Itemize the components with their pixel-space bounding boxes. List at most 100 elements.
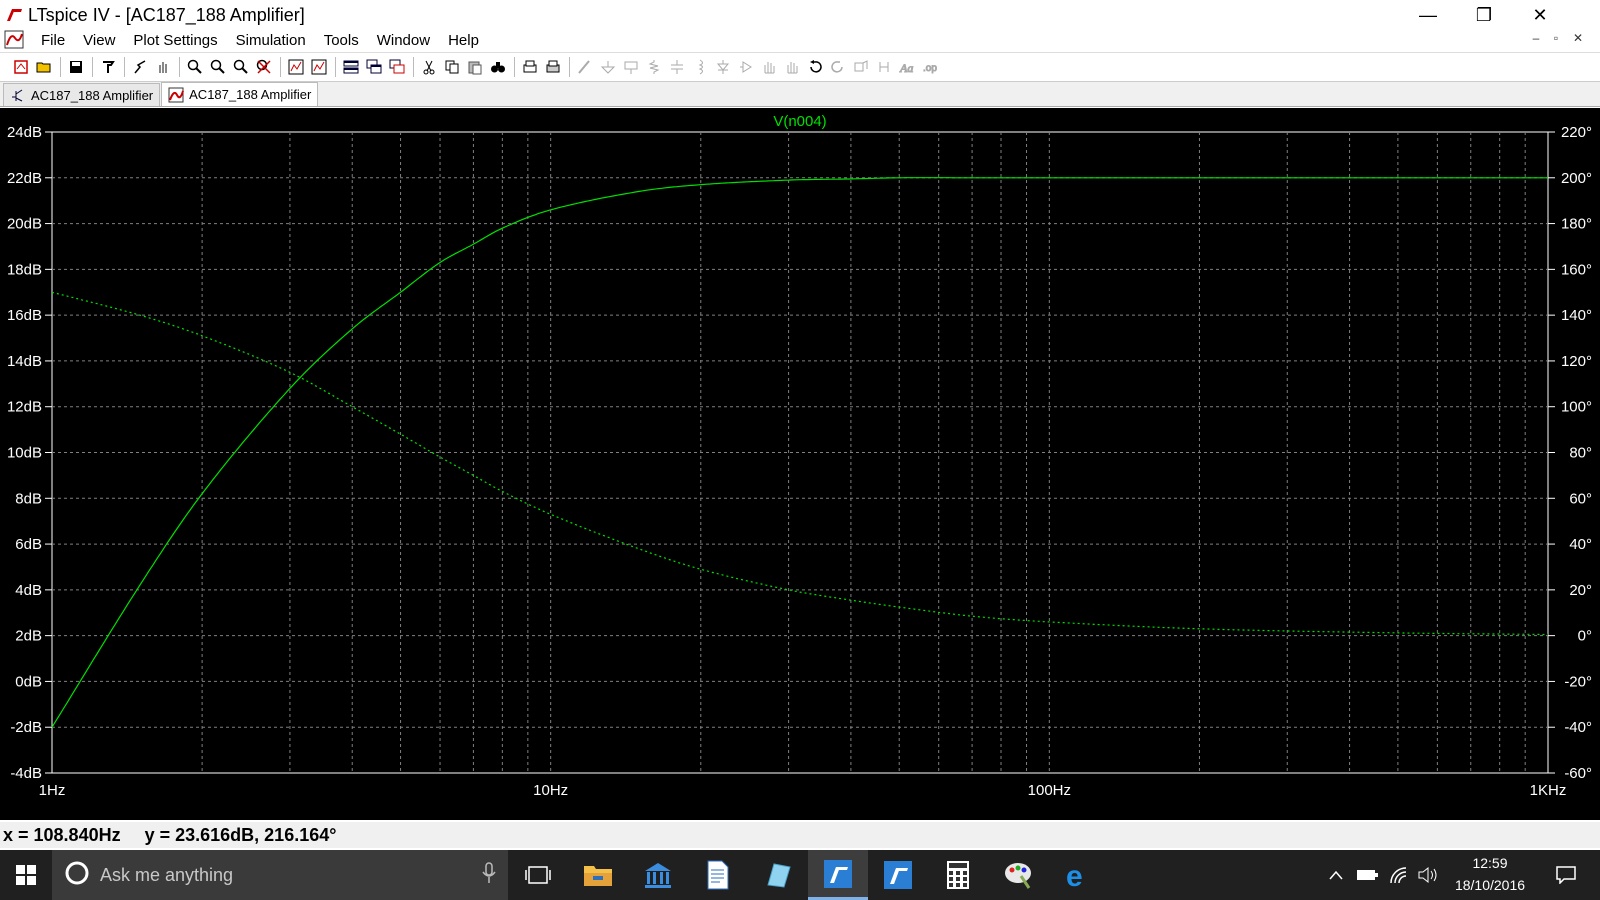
phase-trace [51,291,1548,636]
restore-button[interactable]: ❐ [1456,0,1512,30]
text-icon[interactable]: Aa [896,57,917,78]
mdi-minimize-button[interactable]: – [1526,31,1546,49]
menu-view[interactable]: View [74,32,124,49]
label-icon[interactable] [620,57,641,78]
print-preview-icon[interactable] [519,57,540,78]
x-tick-label: 1Hz [39,782,66,799]
copy-icon[interactable] [441,57,462,78]
mdi-restore-button[interactable]: ▫ [1546,31,1566,49]
redo-icon[interactable] [827,57,848,78]
move-icon[interactable] [758,57,779,78]
toolbar: Aa .op [0,52,1600,82]
toolbar-separator [569,57,570,77]
autorange-icon[interactable] [285,57,306,78]
print-icon[interactable] [542,57,563,78]
document-tab-bar: AC187_188 Amplifier AC187_188 Amplifier [0,82,1600,107]
toolbar-separator [179,57,180,77]
plot-canvas[interactable]: 24dB 22dB 20dB 18dB 16dB 14dB 12dB 10dB 8dB 6dB 4d… [0,108,1600,820]
chevron-up-icon[interactable] [1322,850,1350,900]
waveform-plot[interactable]: 24dB 22dB 20dB 18dB 16dB 14dB 12dB 10dB 8dB 6dB 4d… [0,108,1600,820]
y-tick-label-right: 100° [1561,399,1592,416]
x-tick-label: 100Hz [1028,782,1071,799]
cortana-search-box[interactable]: Ask me anything [52,850,508,900]
wifi-icon[interactable] [1384,850,1414,900]
find-icon[interactable] [487,57,508,78]
calculator-icon[interactable] [928,850,988,900]
x-tick-label: 1KHz [1530,782,1567,799]
wire-icon[interactable] [574,57,595,78]
toolbar-separator [124,57,125,77]
y-tick-label-left: 10dB [7,445,42,462]
zoom-cancel-icon[interactable] [253,57,274,78]
control-panel-icon[interactable] [97,57,118,78]
y-tick-label-right: 80° [1569,445,1592,462]
tile-horizontal-icon[interactable] [340,57,361,78]
notepad-icon[interactable] [748,850,808,900]
y-tick-label-right: 0° [1578,628,1592,645]
task-view-icon[interactable] [508,850,568,900]
tab-waveform[interactable]: AC187_188 Amplifier [161,82,319,106]
menu-window[interactable]: Window [368,32,439,49]
toolbar-separator [92,57,93,77]
edge-icon[interactable]: e [1048,850,1108,900]
tile-vertical-icon[interactable] [386,57,407,78]
spice-directive-icon[interactable]: .op [919,57,940,78]
close-button[interactable]: ✕ [1512,0,1568,30]
undo-icon[interactable] [804,57,825,78]
waveform-doc-icon[interactable] [4,30,26,50]
save-icon[interactable] [65,57,86,78]
y-tick-label-left: 22dB [7,170,42,187]
drag-icon[interactable] [781,57,802,78]
zoom-in-icon[interactable] [184,57,205,78]
file-explorer-icon[interactable] [568,850,628,900]
notifications-icon[interactable] [1546,850,1586,900]
taskbar-clock[interactable]: 12:59 18/10/2016 [1440,852,1540,896]
y-tick-label-left: 0dB [15,673,42,690]
zoom-out-icon[interactable] [230,57,251,78]
component-icon[interactable] [735,57,756,78]
svg-text:e: e [1066,861,1083,889]
open-icon[interactable] [33,57,54,78]
paint-icon[interactable] [988,850,1048,900]
menu-plot-settings[interactable]: Plot Settings [124,32,226,49]
bank-icon[interactable] [628,850,688,900]
capacitor-icon[interactable] [666,57,687,78]
tab-schematic[interactable]: AC187_188 Amplifier [3,83,161,106]
mirror-icon[interactable] [873,57,894,78]
menu-simulation[interactable]: Simulation [227,32,315,49]
new-schematic-icon[interactable] [10,57,31,78]
y-tick-label-left: 18dB [7,261,42,278]
inductor-icon[interactable] [689,57,710,78]
status-bar: x = 108.840Hz y = 23.616dB, 216.164° [0,822,1600,848]
ltspice-iv-icon[interactable] [808,850,868,900]
menu-help[interactable]: Help [439,32,488,49]
resistor-icon[interactable] [643,57,664,78]
mdi-close-button[interactable]: ✕ [1568,31,1588,49]
document-icon[interactable] [688,850,748,900]
window-title: LTspice IV - [AC187_188 Amplifier] [28,4,305,25]
toolbar-separator [335,57,336,77]
zoom-fit-icon[interactable] [308,57,329,78]
zoom-full-icon[interactable] [207,57,228,78]
paste-icon[interactable] [464,57,485,78]
battery-icon[interactable] [1352,850,1382,900]
rotate-icon[interactable] [850,57,871,78]
run-icon[interactable] [129,57,150,78]
diode-icon[interactable] [712,57,733,78]
windows-start-icon[interactable] [0,850,52,900]
cascade-icon[interactable] [363,57,384,78]
menu-tools[interactable]: Tools [315,32,368,49]
microphone-icon[interactable] [482,861,496,889]
app-window: LTspice IV - [AC187_188 Amplifier] — ❐ ✕… [0,0,1600,900]
menu-file[interactable]: File [32,32,74,49]
cut-icon[interactable] [418,57,439,78]
ltspice-xvii-icon[interactable] [868,850,928,900]
ground-icon[interactable] [597,57,618,78]
x-tick-label: 10Hz [533,782,568,799]
y-tick-label-right: 200° [1561,170,1592,187]
clock-time: 12:59 [1472,855,1508,871]
waveform-icon [168,87,185,103]
y-tick-label-left: -4dB [10,765,42,782]
minimize-button[interactable]: — [1400,0,1456,30]
halt-icon[interactable] [152,57,173,78]
